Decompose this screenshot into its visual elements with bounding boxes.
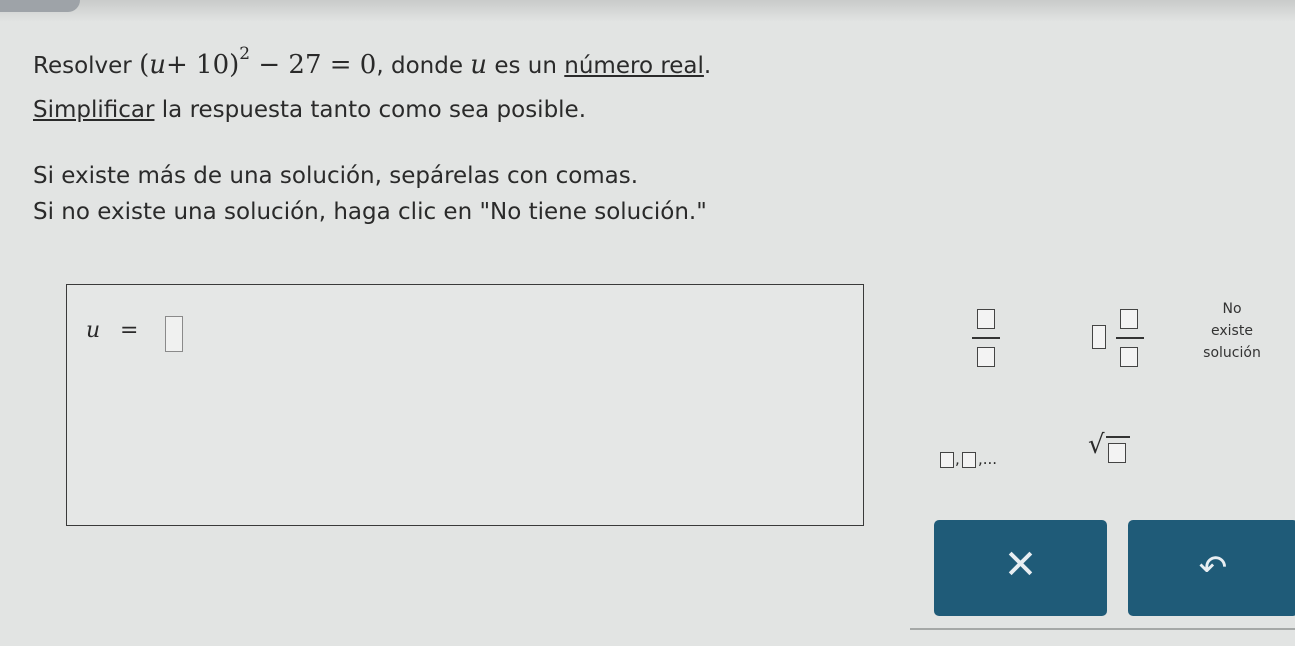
radical-icon: √: [1088, 430, 1105, 460]
list-button[interactable]: , ,...: [938, 446, 1038, 472]
mixed-number-button[interactable]: [1092, 305, 1148, 369]
mixed-bar-icon: [1116, 337, 1144, 339]
eq-open: (: [139, 50, 150, 80]
answer-variable: u: [86, 318, 101, 343]
prompt-line-2-rest: la respuesta tanto como sea posible.: [161, 97, 587, 123]
no-solution-line-2: existe: [1211, 323, 1253, 339]
mixed-denominator-icon: [1120, 347, 1138, 367]
square-root-button[interactable]: √: [1088, 430, 1148, 470]
clear-button[interactable]: ✕: [934, 520, 1107, 616]
bottom-divider: [910, 628, 1295, 630]
answer-box[interactable]: [66, 284, 864, 526]
fraction-numerator-icon: [977, 309, 995, 329]
prompt-prefix: Resolver: [33, 53, 132, 79]
mixed-numerator-icon: [1120, 309, 1138, 329]
fraction-bar-icon: [972, 337, 1000, 339]
top-tab: [0, 0, 80, 12]
list-comma: ,: [955, 450, 960, 468]
prompt-line-4: Si no existe una solución, haga clic en …: [33, 199, 707, 225]
mixed-whole-icon: [1092, 325, 1106, 349]
eq-exponent: 2: [239, 44, 251, 64]
close-icon: ✕: [1003, 542, 1038, 588]
answer-input[interactable]: [165, 316, 183, 352]
real-number-link[interactable]: número real: [564, 53, 704, 79]
undo-icon: ↶: [1198, 548, 1228, 588]
fraction-denominator-icon: [977, 347, 995, 367]
answer-equals: =: [120, 318, 139, 343]
prompt-line-2: Simplificar la respuesta tanto como sea …: [33, 97, 586, 123]
eq-rest: − 27 = 0: [258, 50, 377, 80]
equation: (u+ 10)2 − 27 = 0: [139, 44, 377, 80]
top-shade: [0, 0, 1295, 22]
no-solution-line-3: solución: [1203, 345, 1261, 361]
simplify-link[interactable]: Simplificar: [33, 97, 154, 123]
eq-variable: u: [149, 50, 166, 80]
prompt-line-3: Si existe más de una solución, sepárelas…: [33, 163, 639, 189]
prompt-line-1: Resolver (u+ 10)2 − 27 = 0, donde u es u…: [33, 44, 712, 80]
prompt-end: .: [703, 53, 712, 79]
no-solution-button[interactable]: No existe solución: [1172, 298, 1292, 378]
list-box-icon: [962, 452, 976, 468]
list-box-icon: [940, 452, 954, 468]
prompt-suffix: es un: [494, 53, 557, 79]
prompt-variable: u: [470, 50, 488, 80]
list-ellipsis: ,...: [978, 450, 998, 468]
fraction-button[interactable]: [968, 305, 1004, 369]
radical-bar-icon: [1106, 436, 1130, 438]
eq-plus10: + 10): [165, 50, 240, 80]
undo-button[interactable]: ↶: [1128, 520, 1295, 616]
no-solution-line-1: No: [1222, 301, 1242, 317]
radicand-box-icon: [1108, 443, 1126, 463]
prompt-middle: , donde: [376, 53, 463, 79]
